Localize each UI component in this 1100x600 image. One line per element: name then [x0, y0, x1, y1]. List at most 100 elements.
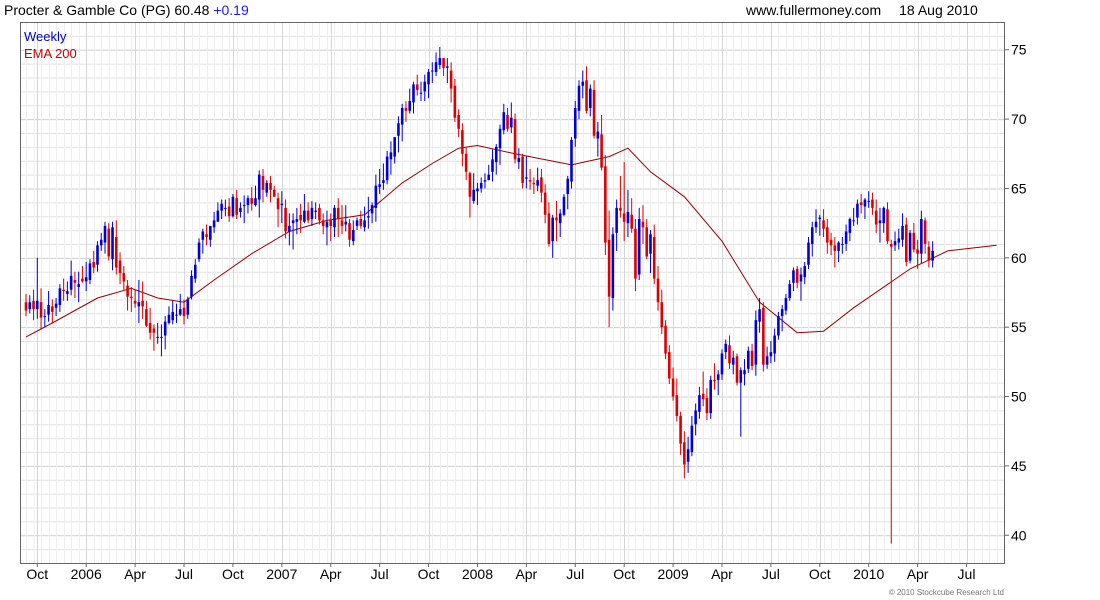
y-tick-label: 70 [1011, 111, 1027, 127]
candle-body [668, 352, 671, 379]
candle-body [762, 307, 765, 365]
candle-body [336, 207, 340, 219]
candle-body [566, 178, 570, 195]
candle [562, 194, 566, 217]
candle-body [250, 198, 254, 204]
candle-body [449, 70, 453, 89]
candle-body [344, 221, 348, 225]
candle-body [261, 175, 265, 190]
candle [735, 353, 739, 386]
candle-body [897, 238, 901, 243]
candle-body [547, 213, 551, 244]
candle-body [107, 228, 111, 257]
candle-body [178, 309, 182, 315]
candle-body [88, 263, 92, 281]
candlestick-chart: 40 45 50 55 60 65 70 75 Oct 2006 Apr Jul Oct 2007 Apr J… [20, 22, 1027, 582]
candle-body [231, 196, 235, 217]
candle-body [502, 112, 506, 131]
candle-body [434, 62, 438, 72]
y-tick-label: 60 [1011, 250, 1027, 266]
x-tick-label: 2006 [71, 566, 102, 582]
candle-body [130, 296, 133, 299]
candle-body [799, 274, 803, 282]
candle-body [731, 357, 735, 365]
candle-body [280, 203, 284, 206]
candle-body [212, 220, 216, 228]
candle-body [62, 289, 65, 292]
candle-body [747, 350, 750, 369]
candle-body [521, 156, 524, 183]
x-tick-label: Oct [418, 566, 440, 582]
candle-body [916, 249, 919, 254]
candle-body [156, 336, 159, 338]
plot-area [20, 22, 1004, 563]
candle-body [622, 213, 626, 222]
candle-body [577, 85, 581, 111]
candle-body [163, 321, 167, 336]
candle-body [570, 139, 573, 182]
candle-body [54, 303, 58, 308]
candle-body [472, 189, 475, 201]
candle-body [645, 227, 649, 257]
candle-body [810, 227, 814, 244]
candle-body [604, 166, 607, 243]
candle-body [592, 89, 596, 136]
candle-body [927, 246, 931, 261]
y-tick-label: 50 [1011, 389, 1027, 405]
candle-body [494, 146, 498, 163]
candle-body [750, 350, 754, 367]
x-tick-label: Apr [907, 566, 929, 582]
candle-body [803, 266, 807, 278]
candle-body [303, 210, 306, 222]
candle-body [611, 234, 615, 299]
candle-body [393, 137, 396, 157]
candle-body [679, 415, 682, 444]
candle-body [728, 345, 731, 364]
candle-body [765, 356, 769, 365]
candle-body [254, 198, 257, 206]
candle-body [912, 232, 916, 250]
candle-body [694, 410, 697, 425]
candle-body [171, 311, 175, 321]
candle [762, 302, 765, 372]
candle-body [671, 378, 675, 397]
candle-body [318, 207, 321, 221]
candle-body [461, 130, 464, 154]
candle [664, 320, 667, 360]
candle-body [848, 218, 852, 233]
candle-body [370, 205, 374, 214]
candle-body [863, 199, 867, 207]
candle-body [683, 442, 686, 465]
candle-body [558, 213, 562, 224]
candle-body [295, 218, 299, 222]
candle-body [355, 220, 359, 226]
candle-body [483, 180, 487, 182]
candle-body [111, 227, 114, 260]
candle [908, 230, 912, 264]
x-tick-label: Jul [958, 566, 976, 582]
candle-body [453, 85, 457, 118]
candle-body [585, 80, 588, 111]
candle-body [509, 117, 513, 128]
candle-body [126, 285, 129, 297]
candle-body [457, 114, 460, 129]
candle [107, 223, 111, 261]
candle-body [581, 81, 585, 86]
candle-body [257, 174, 261, 200]
candle-body [886, 209, 889, 242]
candle-body [77, 284, 80, 287]
candle-body [720, 353, 724, 375]
legend-weekly: Weekly [24, 29, 67, 44]
candle-body [637, 218, 641, 275]
candle-body [299, 214, 302, 221]
x-tick-label: Jul [762, 566, 780, 582]
candle-body [348, 223, 351, 240]
candle-body [193, 264, 197, 279]
candle [570, 137, 573, 189]
candle-body [167, 314, 171, 324]
candle-body [844, 231, 848, 244]
candle-body [878, 220, 882, 224]
candle-body [856, 203, 859, 218]
candle-body [412, 84, 415, 103]
candle-body [784, 298, 788, 311]
